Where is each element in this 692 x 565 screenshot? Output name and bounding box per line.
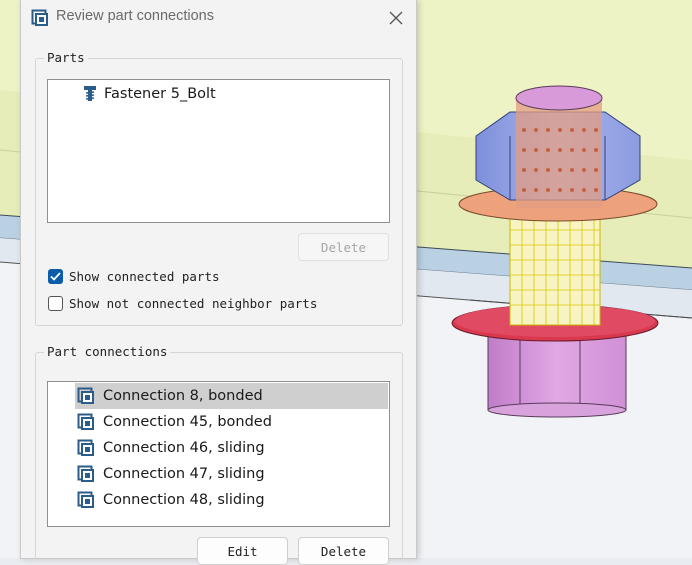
- list-item-label: Fastener 5_Bolt: [104, 86, 216, 102]
- edit-button[interactable]: Edit: [197, 537, 288, 565]
- show-connected-parts-label: Show connected parts: [69, 269, 220, 284]
- list-item-label: Connection 47, sliding: [103, 466, 265, 482]
- checkbox-unchecked-icon: [48, 296, 63, 311]
- show-connected-parts-checkbox[interactable]: Show connected parts: [48, 269, 220, 284]
- connection-icon: [77, 465, 95, 483]
- connection-icon: [77, 491, 95, 509]
- parts-group-label: Parts: [44, 50, 88, 65]
- list-item[interactable]: Fastener 5_Bolt: [48, 81, 389, 107]
- dialog-titlebar[interactable]: Review part connections: [21, 0, 416, 36]
- part-connections-group-label: Part connections: [44, 344, 171, 359]
- connections-list[interactable]: Connection 8, bonded Connection 45, bonde…: [47, 381, 390, 527]
- bolt-icon: [82, 85, 98, 103]
- connection-icon: [77, 413, 95, 431]
- list-item[interactable]: Connection 45, bonded: [48, 409, 389, 435]
- dialog-title: Review part connections: [56, 8, 214, 24]
- review-part-connections-dialog: Review part connections Parts Fastener 5…: [20, 0, 417, 565]
- connections-delete-button[interactable]: Delete: [298, 537, 389, 565]
- list-item[interactable]: Connection 48, sliding: [48, 487, 389, 513]
- list-item[interactable]: Connection 8, bonded: [48, 383, 389, 409]
- list-item-label: Connection 45, bonded: [103, 414, 272, 430]
- parts-delete-button[interactable]: Delete: [298, 233, 389, 261]
- show-not-connected-neighbor-parts-label: Show not connected neighbor parts: [69, 296, 318, 311]
- connection-icon: [77, 387, 95, 405]
- close-icon: [389, 11, 403, 25]
- list-item-label: Connection 48, sliding: [103, 492, 265, 508]
- parts-list[interactable]: Fastener 5_Bolt: [47, 79, 390, 223]
- list-item-label: Connection 8, bonded: [103, 388, 263, 404]
- show-not-connected-neighbor-parts-checkbox[interactable]: Show not connected neighbor parts: [48, 296, 317, 311]
- close-button[interactable]: [383, 5, 409, 31]
- connection-icon: [77, 439, 95, 457]
- list-item[interactable]: Connection 46, sliding: [48, 435, 389, 461]
- list-item-label: Connection 46, sliding: [103, 440, 265, 456]
- part-connections-icon: [31, 9, 49, 27]
- list-item[interactable]: Connection 47, sliding: [48, 461, 389, 487]
- checkbox-checked-icon: [48, 269, 63, 284]
